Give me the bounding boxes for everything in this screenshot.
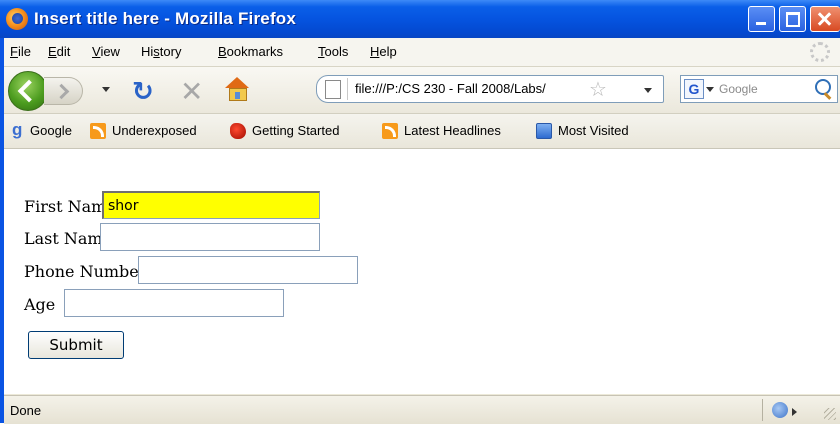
- home-door: [235, 92, 240, 99]
- menu-bar: File Edit View History Bookmarks Tools H…: [4, 38, 840, 67]
- maximize-button[interactable]: [779, 6, 806, 32]
- bookmarks-toolbar: g Google Underexposed Getting Started La…: [4, 114, 840, 149]
- search-placeholder[interactable]: Google: [719, 82, 758, 96]
- url-dropdown-icon[interactable]: [644, 88, 652, 93]
- menu-file[interactable]: File: [10, 44, 31, 59]
- bookmark-star-icon[interactable]: ☆: [589, 77, 607, 101]
- firefox-logo-icon: [6, 8, 28, 30]
- menu-help[interactable]: Help: [370, 44, 397, 59]
- last-name-label: Last Name: [24, 229, 113, 248]
- stop-button[interactable]: ✕: [180, 75, 203, 108]
- rss-icon: [382, 123, 398, 139]
- first-name-input[interactable]: [102, 191, 320, 219]
- status-arrow-icon[interactable]: [792, 408, 797, 416]
- submit-button[interactable]: Submit: [28, 331, 124, 359]
- search-engine-dropdown-icon[interactable]: [706, 87, 714, 92]
- history-dropdown-icon[interactable]: [102, 87, 110, 92]
- throbber-icon: [810, 42, 830, 62]
- bookmark-underexposed[interactable]: Underexposed: [112, 123, 197, 138]
- close-button[interactable]: [810, 6, 840, 32]
- forward-button[interactable]: [44, 77, 83, 105]
- menu-history[interactable]: History: [141, 44, 181, 59]
- home-button[interactable]: [224, 77, 250, 101]
- page-content: First Name Last Name Phone Number Age Su…: [4, 149, 840, 394]
- phone-number-input[interactable]: [138, 256, 358, 284]
- age-input[interactable]: [64, 289, 284, 317]
- firefox-window: Insert title here - Mozilla Firefox File…: [0, 0, 840, 424]
- google-engine-icon[interactable]: G: [684, 79, 704, 99]
- bookmark-most-visited[interactable]: Most Visited: [558, 123, 629, 138]
- url-text[interactable]: file:///P:/CS 230 - Fall 2008/Labs/: [355, 81, 546, 96]
- age-label: Age: [24, 295, 56, 314]
- navigation-toolbar: ↻ ✕ file:///P:/CS 230 - Fall 2008/Labs/ …: [4, 67, 840, 114]
- url-bar[interactable]: file:///P:/CS 230 - Fall 2008/Labs/ ☆: [316, 75, 664, 103]
- url-divider: [347, 78, 348, 100]
- bookmark-google[interactable]: Google: [30, 123, 72, 138]
- reload-button[interactable]: ↻: [132, 77, 154, 107]
- back-button[interactable]: [8, 71, 48, 111]
- minimize-button[interactable]: [748, 6, 775, 32]
- status-bar: Done: [4, 395, 840, 424]
- bookmark-latest-headlines[interactable]: Latest Headlines: [404, 123, 501, 138]
- search-icon[interactable]: [815, 79, 831, 95]
- getting-started-icon: [230, 123, 246, 139]
- bookmark-getting-started[interactable]: Getting Started: [252, 123, 339, 138]
- home-roof: [225, 77, 249, 88]
- status-text: Done: [10, 403, 42, 418]
- menu-edit[interactable]: Edit: [48, 44, 70, 59]
- phone-number-label: Phone Number: [24, 262, 147, 281]
- menu-tools[interactable]: Tools: [318, 44, 348, 59]
- google-bookmark-icon: g: [12, 120, 23, 139]
- most-visited-icon: [536, 123, 552, 139]
- last-name-input[interactable]: [100, 223, 320, 251]
- rss-icon: [90, 123, 106, 139]
- menu-bookmarks[interactable]: Bookmarks: [218, 44, 283, 59]
- status-separator: [762, 399, 763, 421]
- resize-grip-icon[interactable]: [824, 408, 836, 420]
- page-icon: [325, 80, 341, 99]
- window-title: Insert title here - Mozilla Firefox: [34, 9, 297, 28]
- search-bar[interactable]: G Google: [680, 75, 838, 103]
- network-status-icon[interactable]: [772, 402, 788, 418]
- menu-view[interactable]: View: [92, 44, 120, 59]
- browser-client: File Edit View History Bookmarks Tools H…: [4, 38, 840, 424]
- title-bar[interactable]: Insert title here - Mozilla Firefox: [0, 0, 840, 38]
